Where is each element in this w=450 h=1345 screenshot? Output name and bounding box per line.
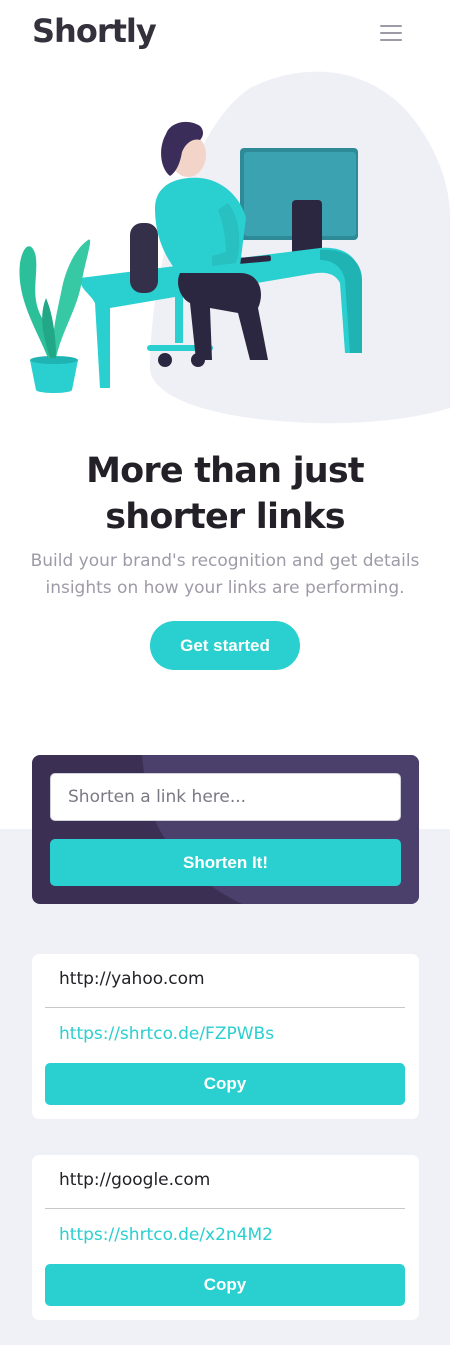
short-url[interactable]: https://shrtco.de/FZPWBs	[59, 1024, 274, 1044]
header: Shortly	[0, 0, 450, 66]
copy-button[interactable]: Copy	[45, 1264, 405, 1306]
get-started-button[interactable]: Get started	[150, 621, 300, 670]
shorten-it-button[interactable]: Shorten It!	[50, 839, 401, 886]
logo[interactable]: Shortly	[32, 12, 157, 50]
person-working-at-desk-illustration	[19, 71, 450, 424]
shortened-link-card: http://yahoo.com https://shrtco.de/FZPWB…	[32, 954, 419, 1119]
copy-button[interactable]: Copy	[45, 1063, 405, 1105]
shorten-link-input[interactable]	[50, 773, 401, 821]
shorten-form: Shorten It!	[32, 755, 419, 904]
hero-title: More than just shorter links	[86, 451, 365, 537]
shortened-link-card: http://google.com https://shrtco.de/x2n4…	[32, 1155, 419, 1320]
divider	[45, 1208, 405, 1209]
original-url: http://yahoo.com	[59, 969, 205, 989]
hamburger-menu-icon[interactable]	[378, 22, 404, 44]
short-url[interactable]: https://shrtco.de/x2n4M2	[59, 1225, 273, 1245]
original-url: http://google.com	[59, 1170, 211, 1190]
hero-subtitle: Build your brand's recognition and get d…	[30, 551, 420, 598]
divider	[45, 1007, 405, 1008]
